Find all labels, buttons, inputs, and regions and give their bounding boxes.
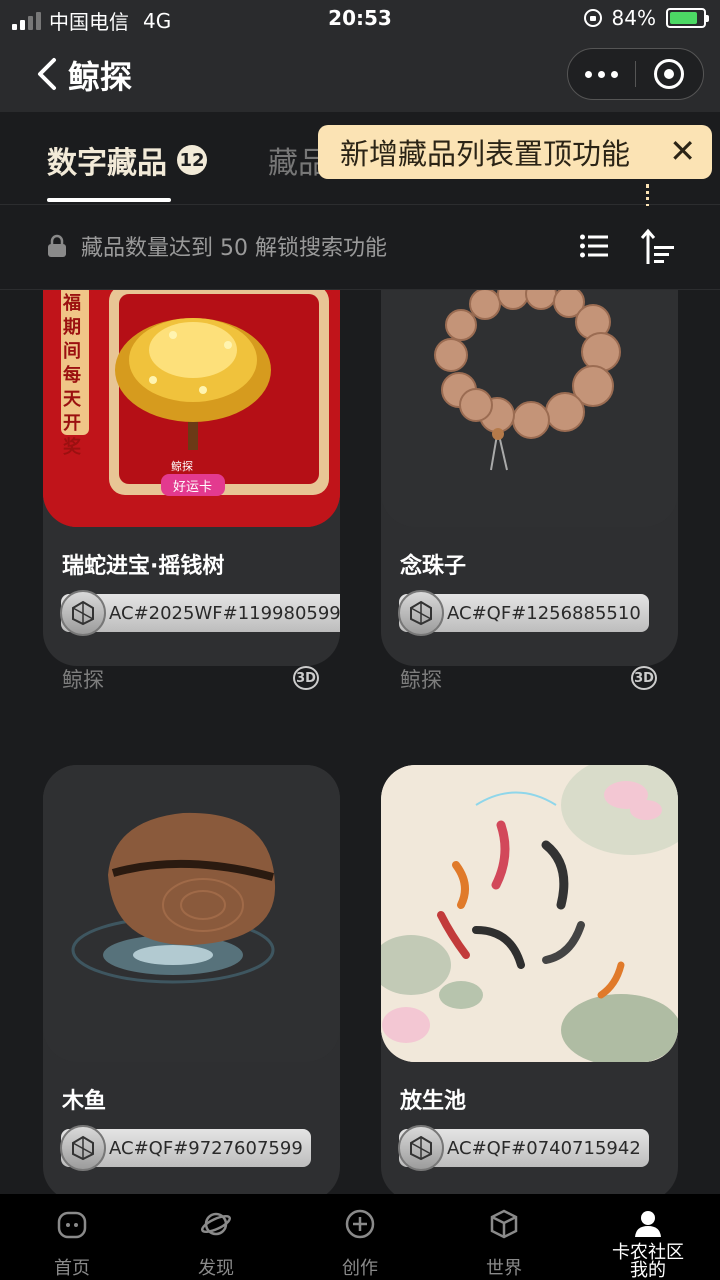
blockchain-icon <box>60 590 106 636</box>
status-bar: 中国电信 4G 20:53 84% <box>0 0 720 38</box>
battery-percent: 84% <box>611 6 656 30</box>
tab-home[interactable]: 首页 <box>0 1194 144 1280</box>
tab-mine[interactable]: 卡农社区 我的 <box>576 1194 720 1280</box>
collectible-code: AC#QF#0740715942 <box>447 1137 641 1159</box>
more-button[interactable] <box>568 70 635 78</box>
collectible-card[interactable]: 木鱼 AC#QF#9727607599 <box>43 765 340 1194</box>
blockchain-icon <box>398 1125 444 1171</box>
close-miniprogram-button[interactable] <box>636 59 703 89</box>
collectible-image <box>381 290 678 527</box>
plus-circle-icon <box>345 1209 375 1239</box>
tab-world[interactable]: 世界 <box>432 1194 576 1280</box>
battery-fill <box>670 12 697 24</box>
rotation-lock-icon <box>583 9 602 27</box>
feature-tooltip: 新增藏品列表置顶功能 ✕ <box>318 125 712 179</box>
collectible-name: 瑞蛇进宝·摇钱树 <box>62 554 225 579</box>
collectible-code-tag: AC#2025WF#1199805994 <box>60 590 340 636</box>
collectible-card[interactable]: 放生池 AC#QF#0740715942 <box>381 765 678 1194</box>
3d-icon: 3D <box>293 666 319 690</box>
tab-label: 世界 <box>486 1258 522 1279</box>
koi-pond-image <box>381 765 678 1062</box>
collectible-code: AC#2025WF#1199805994 <box>109 602 340 624</box>
card-footer-brand: 鲸探 <box>62 668 104 692</box>
prayer-beads-image <box>381 290 678 527</box>
page-title: 鲸探 <box>68 58 133 96</box>
tab-label: 我的 <box>630 1260 666 1280</box>
wooden-fish-image <box>43 765 340 1062</box>
search-unlock-hint: 藏品数量达到 50 解锁搜索功能 <box>81 236 387 261</box>
cube-icon <box>490 1209 518 1239</box>
tab-label: 首页 <box>54 1258 90 1279</box>
collectible-code: AC#QF#9727607599 <box>109 1137 303 1159</box>
collectible-name: 放生池 <box>400 1089 467 1114</box>
collectible-code-tag: AC#QF#0740715942 <box>398 1125 649 1171</box>
target-icon <box>654 59 685 89</box>
chevron-left-icon <box>38 58 56 90</box>
card-footer-brand: 鲸探 <box>400 668 442 692</box>
tab-label: 数字藏品 <box>47 146 167 181</box>
back-button[interactable] <box>34 56 62 92</box>
lock-icon <box>48 234 66 257</box>
home-icon <box>57 1211 87 1239</box>
tab-discover[interactable]: 发现 <box>144 1194 288 1280</box>
list-view-icon[interactable] <box>580 234 608 258</box>
filter-row: 藏品数量达到 50 解锁搜索功能 <box>0 206 720 290</box>
poster-brand: 鲸探 <box>171 460 193 473</box>
collectible-code-tag: AC#QF#1256885510 <box>398 590 649 636</box>
collectible-image <box>43 765 340 1062</box>
collectible-card[interactable]: 福期间每天开奖 鲸探 好运卡 瑞蛇进宝·摇钱树 AC#2025WF#119980… <box>43 290 340 666</box>
tooltip-pointer-line <box>646 184 649 208</box>
tooltip-close-button[interactable]: ✕ <box>669 133 696 169</box>
planet-icon <box>200 1212 232 1236</box>
tab-underline <box>47 198 171 202</box>
tab-label: 发现 <box>198 1258 234 1279</box>
poster-tag: 好运卡 <box>173 480 213 495</box>
sort-icon[interactable] <box>640 228 674 266</box>
collectible-code-tag: AC#QF#9727607599 <box>60 1125 311 1171</box>
status-right: 84% <box>583 6 709 30</box>
blockchain-icon <box>398 590 444 636</box>
collectible-name: 念珠子 <box>400 554 467 579</box>
collectible-image <box>381 765 678 1062</box>
nav-bar: 鲸探 <box>0 38 720 112</box>
poster-side-text: 福期间每天开奖 <box>63 293 81 458</box>
tab-create[interactable]: 创作 <box>288 1194 432 1280</box>
miniprogram-capsule <box>567 48 704 100</box>
collectible-image: 福期间每天开奖 鲸探 好运卡 <box>43 290 340 527</box>
collectible-code: AC#QF#1256885510 <box>447 602 641 624</box>
collection-grid: 福期间每天开奖 鲸探 好运卡 瑞蛇进宝·摇钱树 AC#2025WF#119980… <box>0 290 720 1194</box>
collectible-name: 木鱼 <box>62 1089 107 1114</box>
blockchain-icon <box>60 1125 106 1171</box>
tab-digital-collections[interactable]: 数字藏品 12 <box>47 138 207 182</box>
bottom-tab-bar: 首页 发现 创作 世界 卡农社区 我的 <box>0 1194 720 1280</box>
battery-icon <box>666 8 709 28</box>
user-icon <box>635 1211 661 1237</box>
tab-label: 创作 <box>342 1258 378 1279</box>
tooltip-text: 新增藏品列表置顶功能 <box>340 137 631 171</box>
3d-icon: 3D <box>631 666 657 690</box>
collectible-card[interactable]: 念珠子 AC#QF#1256885510 <box>381 290 678 666</box>
count-badge: 12 <box>177 145 207 175</box>
